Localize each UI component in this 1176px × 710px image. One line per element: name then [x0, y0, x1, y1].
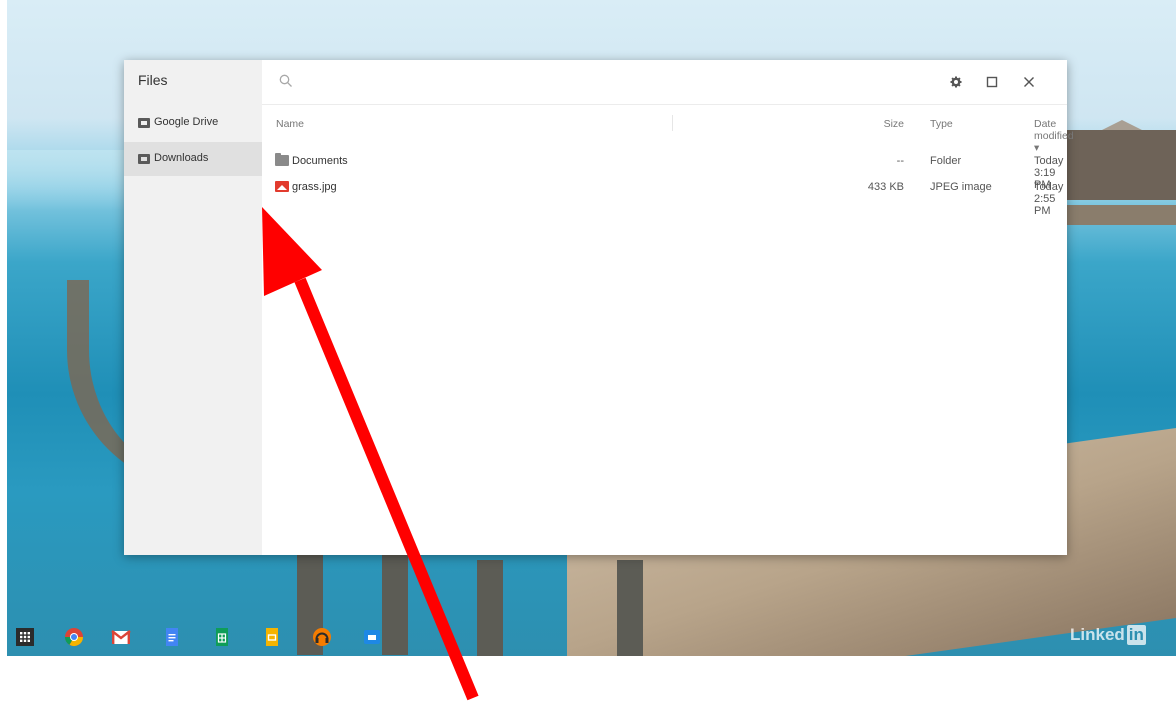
maximize-icon [986, 76, 998, 88]
docs-button[interactable] [162, 627, 182, 647]
close-button[interactable] [1019, 72, 1039, 92]
gmail-button[interactable] [111, 627, 131, 647]
file-type: JPEG image [930, 181, 992, 193]
image-file-icon [275, 181, 289, 192]
file-date-modified: Today 2:55 PM [1034, 181, 1064, 217]
search-button[interactable] [278, 73, 294, 89]
chrome-icon [65, 628, 83, 647]
gmail-icon [111, 630, 131, 644]
file-name: Documents [292, 155, 348, 167]
sheets-button[interactable] [212, 627, 232, 647]
file-name: grass.jpg [292, 181, 337, 193]
close-icon [1024, 77, 1034, 87]
folder-icon [275, 153, 289, 166]
files-app-button[interactable] [362, 627, 382, 647]
column-resize-handle[interactable] [672, 115, 673, 131]
app-launcher-icon [16, 628, 34, 646]
column-header-row: Name Size Type Date modified ▾ [262, 104, 1074, 154]
sidebar-item-google-drive[interactable]: Google Drive [124, 106, 262, 140]
file-size: -- [896, 155, 904, 167]
toolbar [262, 60, 1067, 104]
wallpaper-hut [1067, 130, 1176, 200]
gear-icon [950, 76, 962, 88]
docs-icon [166, 628, 178, 646]
watermark-text: Linked [1070, 625, 1125, 644]
app-title: Files [138, 72, 168, 88]
sidebar-item-label: Google Drive [154, 116, 219, 128]
shelf [7, 617, 1176, 656]
column-header-type[interactable]: Type [930, 118, 953, 130]
linkedin-watermark: Linked in [1070, 625, 1146, 645]
column-header-name[interactable]: Name [276, 118, 304, 130]
music-icon [313, 628, 331, 646]
files-app-window: Files Google Drive Downloads Name Size T… [124, 60, 1074, 555]
file-size: 433 KB [867, 181, 904, 193]
slides-icon [266, 628, 278, 646]
maximize-button[interactable] [982, 72, 1002, 92]
chrome-button[interactable] [64, 627, 84, 647]
sidebar-item-label: Downloads [154, 152, 209, 164]
music-button[interactable] [312, 627, 332, 647]
settings-button[interactable] [946, 72, 966, 92]
files-icon [364, 630, 380, 644]
file-row-documents[interactable]: Documents -- Folder Today 3:19 PM [262, 150, 1067, 191]
search-icon [279, 74, 292, 87]
file-type: Folder [930, 155, 962, 167]
watermark-badge: in [1126, 625, 1146, 645]
sheets-icon [216, 628, 228, 646]
navigation-sidebar: Files Google Drive Downloads [124, 60, 262, 555]
app-launcher-button[interactable] [15, 627, 35, 647]
file-row-grass-jpg[interactable]: grass.jpg 433 KB JPEG image Today 2:55 P… [262, 176, 1067, 217]
column-header-date-modified[interactable]: Date modified ▾ [1034, 118, 1074, 154]
wallpaper-rail [1067, 205, 1176, 225]
sidebar-item-downloads[interactable]: Downloads [124, 142, 262, 176]
slides-button[interactable] [262, 627, 282, 647]
column-header-size[interactable]: Size [822, 118, 904, 130]
downloads-folder-icon [138, 154, 150, 164]
drive-icon [138, 118, 150, 128]
